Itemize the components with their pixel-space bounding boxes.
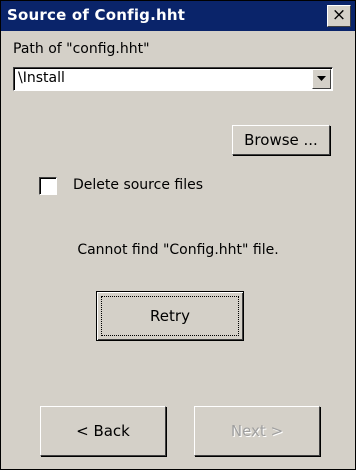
retry-button[interactable]: Retry	[96, 291, 244, 341]
back-button[interactable]: < Back	[40, 406, 166, 456]
path-dropdown-button[interactable]	[312, 69, 331, 89]
delete-source-checkbox[interactable]	[39, 177, 57, 195]
close-button[interactable]: ×	[327, 5, 351, 27]
path-value: \Install	[18, 70, 65, 86]
next-button[interactable]: Next >	[194, 406, 320, 456]
window-title: Source of Config.hht	[7, 6, 186, 24]
title-bar: Source of Config.hht ×	[1, 1, 355, 31]
dialog-window: Source of Config.hht × Path of "config.h…	[0, 0, 356, 470]
browse-button[interactable]: Browse ...	[232, 125, 330, 155]
error-message: Cannot find "Config.hht" file.	[77, 242, 279, 258]
chevron-down-icon	[317, 76, 326, 81]
delete-source-label: Delete source files	[73, 177, 204, 193]
path-label: Path of "config.hht"	[13, 41, 150, 57]
close-icon: ×	[331, 5, 347, 25]
path-combobox[interactable]: \Install	[13, 67, 333, 91]
retry-label: Retry	[150, 307, 190, 325]
